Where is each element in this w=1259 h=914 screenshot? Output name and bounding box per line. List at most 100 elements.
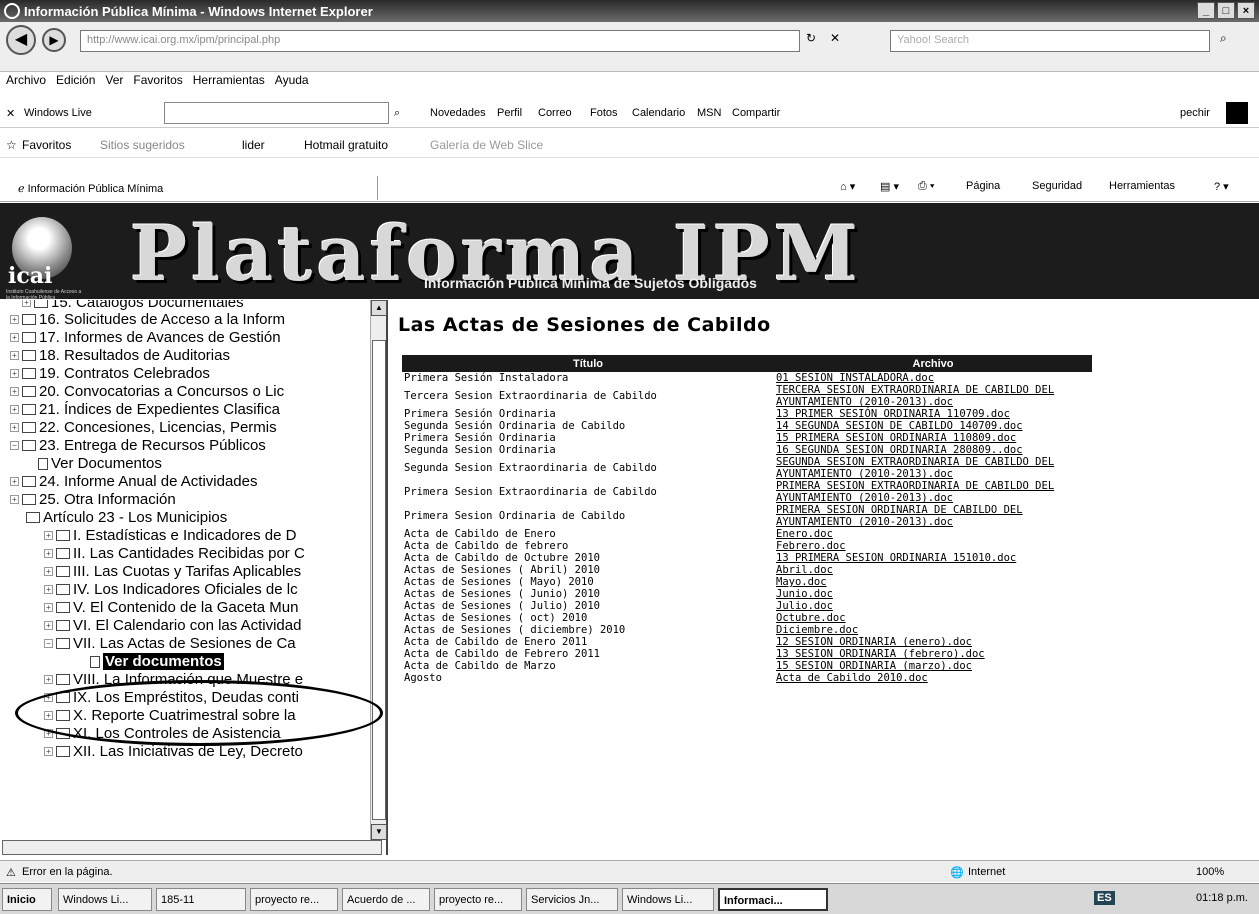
file-link[interactable]: Febrero.doc (776, 540, 846, 552)
expand-icon[interactable]: + (44, 585, 53, 594)
live-search-icon[interactable]: ⌕ (394, 107, 400, 120)
live-brand[interactable]: Windows Live (24, 107, 92, 119)
zoom-level[interactable]: 100% (1196, 866, 1224, 878)
expand-icon[interactable]: + (44, 567, 53, 576)
expand-icon[interactable]: + (10, 351, 19, 360)
tree-item[interactable]: +22. Concesiones, Licencias, Permis (10, 419, 277, 436)
file-link[interactable]: Octubre.doc (776, 612, 846, 624)
tree-vertical-scrollbar[interactable]: ▲ ▼ (370, 300, 387, 840)
live-user[interactable]: pechir (1180, 107, 1210, 119)
live-link-compartir[interactable]: Compartir (732, 107, 780, 119)
file-link[interactable]: 15 SESION ORDINARIA (marzo).doc (776, 660, 972, 672)
minimize-button[interactable]: _ (1197, 2, 1215, 19)
tree-item[interactable]: + V. El Contenido de la Gaceta Mun (44, 599, 298, 616)
file-link[interactable]: 13 PRIMERA SESION ORDINARIA 151010.doc (776, 552, 1016, 564)
task-windows-live[interactable]: Windows Li... (58, 888, 152, 911)
tools-menu[interactable]: Herramientas (1109, 180, 1175, 192)
file-link[interactable]: PRIMERA SESION EXTRAORDINARIA DE CABILDO… (776, 480, 1054, 504)
file-link[interactable]: Diciembre.doc (776, 624, 858, 636)
help-icon[interactable]: ? ▾ (1214, 180, 1229, 193)
tree-item[interactable]: Artículo 23 - Los Municipios (26, 509, 227, 526)
refresh-icon[interactable]: ↻ (806, 31, 816, 45)
expand-icon[interactable]: + (10, 477, 19, 486)
search-field[interactable]: Yahoo! Search (890, 30, 1210, 52)
feeds-icon[interactable]: ▤ ▾ (880, 180, 899, 193)
url-field[interactable]: http://www.icai.org.mx/ipm/principal.php (80, 30, 800, 52)
file-link[interactable]: 13 PRIMER SESIÓN ORDINARIA 110709.doc (776, 408, 1010, 420)
live-search-input[interactable] (164, 102, 389, 124)
close-toolbar-icon[interactable]: ✕ (6, 107, 15, 120)
fav-hotmail[interactable]: Hotmail gratuito (304, 138, 388, 152)
file-link[interactable]: Junio.doc (776, 588, 833, 600)
user-avatar[interactable] (1226, 102, 1248, 124)
fav-suggested[interactable]: Sitios sugeridos (100, 138, 185, 152)
collapse-icon[interactable]: − (44, 639, 53, 648)
live-link-correo[interactable]: Correo (538, 107, 572, 119)
file-link[interactable]: Acta de Cabildo 2010.doc (776, 672, 928, 684)
home-icon[interactable]: ⌂ ▾ (840, 180, 855, 193)
live-link-calendario[interactable]: Calendario (632, 107, 685, 119)
live-link-perfil[interactable]: Perfil (497, 107, 522, 119)
task-185-11[interactable]: 185-11 (156, 888, 246, 911)
task-servicios[interactable]: Servicios Jn... (526, 888, 618, 911)
tree-horizontal-scrollbar[interactable] (2, 840, 382, 855)
tree-leaf-selected[interactable]: Ver documentos (90, 653, 224, 670)
print-icon[interactable]: ⎙ ▾ (918, 180, 934, 193)
tree-item[interactable]: + III. Las Cuotas y Tarifas Aplicables (44, 563, 301, 580)
tree-item[interactable]: +24. Informe Anual de Actividades (10, 473, 257, 490)
error-icon[interactable]: ⚠ (6, 866, 16, 879)
task-informacion[interactable]: Informaci... (718, 888, 828, 911)
file-link[interactable]: PRIMERA SESION ORDINARIA DE CABILDO DEL … (776, 504, 1023, 528)
tree-item[interactable]: + I. Estadísticas e Indicadores de D (44, 527, 296, 544)
tree-item[interactable]: +16. Solicitudes de Acceso a la Inform (10, 311, 285, 328)
tree-item[interactable]: + VI. El Calendario con las Actividad (44, 617, 301, 634)
menu-favoritos[interactable]: Favoritos (133, 73, 182, 87)
stop-icon[interactable]: ✕ (830, 31, 840, 45)
tree-item[interactable]: +15. Catálogos Documentales (22, 300, 244, 311)
expand-icon[interactable]: + (22, 300, 31, 307)
tree-item[interactable]: +18. Resultados de Auditorias (10, 347, 230, 364)
menu-ayuda[interactable]: Ayuda (275, 73, 309, 87)
menu-edicion[interactable]: Edición (56, 73, 95, 87)
favorites-star-icon[interactable]: ☆ (6, 138, 17, 152)
expand-icon[interactable]: + (44, 531, 53, 540)
menu-herramientas[interactable]: Herramientas (193, 73, 265, 87)
live-link-msn[interactable]: MSN (697, 107, 721, 119)
expand-icon[interactable]: + (44, 675, 53, 684)
expand-icon[interactable]: + (10, 315, 19, 324)
file-link[interactable]: SEGUNDA SESION EXTRAORDINARIA DE CABILDO… (776, 456, 1054, 480)
favorites-button[interactable]: Favoritos (22, 138, 71, 152)
tree-item[interactable]: +21. Índices de Expedientes Clasifica (10, 401, 280, 418)
file-link[interactable]: 15 PRIMERA SESION ORDINARIA 110809.doc (776, 432, 1016, 444)
expand-icon[interactable]: + (10, 387, 19, 396)
expand-icon[interactable]: + (10, 495, 19, 504)
expand-icon[interactable]: + (10, 333, 19, 342)
security-menu[interactable]: Seguridad (1032, 180, 1082, 192)
live-link-novedades[interactable]: Novedades (430, 107, 486, 119)
maximize-button[interactable]: □ (1217, 2, 1235, 19)
file-link[interactable]: 12 SESION ORDINARIA (enero).doc (776, 636, 972, 648)
expand-icon[interactable]: + (44, 603, 53, 612)
close-button[interactable]: × (1237, 2, 1255, 19)
scroll-up-icon[interactable]: ▲ (371, 300, 387, 316)
task-windows-live-2[interactable]: Windows Li... (622, 888, 714, 911)
task-acuerdo[interactable]: Acuerdo de ... (342, 888, 430, 911)
expand-icon[interactable]: + (10, 423, 19, 432)
task-proyecto-2[interactable]: proyecto re... (434, 888, 522, 911)
fav-webslice[interactable]: Galería de Web Slice (430, 138, 543, 152)
tree-item[interactable]: − VII. Las Actas de Sesiones de Ca (44, 635, 296, 652)
language-indicator[interactable]: ES (1094, 891, 1115, 905)
tree-item[interactable]: + II. Las Cantidades Recibidas por C (44, 545, 305, 562)
tree-item[interactable]: +25. Otra Información (10, 491, 176, 508)
file-link[interactable]: 16 SEGUNDA SESION ORDINARIA 280809..doc (776, 444, 1023, 456)
file-link[interactable]: 14 SEGUNDA SESION DE CABILDO 140709.doc (776, 420, 1023, 432)
collapse-icon[interactable]: − (10, 441, 19, 450)
tree-item[interactable]: +19. Contratos Celebrados (10, 365, 210, 382)
file-link[interactable]: Abril.doc (776, 564, 833, 576)
scroll-thumb[interactable] (372, 340, 386, 820)
start-button[interactable]: Inicio (2, 888, 52, 911)
file-link[interactable]: 13 SESION ORDINARIA (febrero).doc (776, 648, 985, 660)
file-link[interactable]: Julio.doc (776, 600, 833, 612)
menu-archivo[interactable]: Archivo (6, 73, 46, 87)
tab-informacion[interactable]: ℯ Información Pública Mínima (8, 176, 378, 200)
